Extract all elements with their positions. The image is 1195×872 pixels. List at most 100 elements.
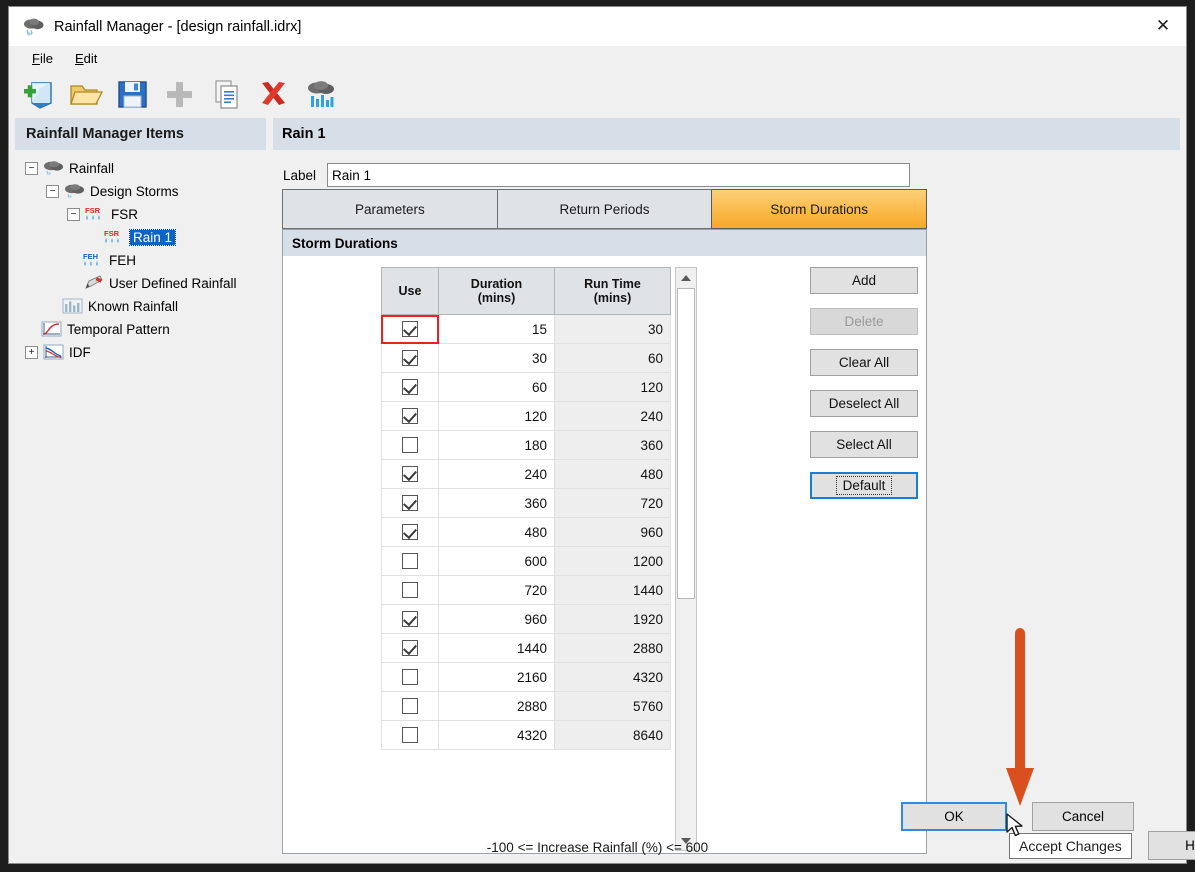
use-checkbox[interactable] — [402, 524, 418, 540]
storm-durations-grid[interactable]: Use Duration (mins) Run Time (mins) 15 30 30… — [381, 267, 671, 851]
table-row[interactable]: 60 120 — [381, 373, 671, 402]
tab-storm-durations[interactable]: Storm Durations — [711, 189, 928, 229]
duration-cell[interactable]: 30 — [439, 344, 555, 373]
table-row[interactable]: 360 720 — [381, 489, 671, 518]
close-icon[interactable]: ✕ — [1140, 7, 1186, 45]
use-checkbox[interactable] — [402, 582, 418, 598]
tree-item-temporal-pattern[interactable]: Temporal Pattern — [15, 318, 266, 341]
table-row[interactable]: 480 960 — [381, 518, 671, 547]
use-cell[interactable] — [381, 663, 439, 692]
delete-x-icon[interactable] — [253, 74, 294, 115]
rainfall-cloud-icon[interactable] — [300, 74, 341, 115]
copy-document-icon[interactable] — [206, 74, 247, 115]
tree-item-rain-1[interactable]: FSR Rain 1 — [15, 226, 266, 249]
use-cell[interactable] — [381, 692, 439, 721]
runtime-cell[interactable]: 960 — [555, 518, 671, 547]
column-header-duration[interactable]: Duration (mins) — [439, 267, 555, 315]
use-cell[interactable] — [381, 634, 439, 663]
label-input[interactable] — [327, 163, 911, 187]
scroll-up-icon[interactable] — [676, 268, 696, 287]
tab-return-periods[interactable]: Return Periods — [496, 189, 712, 229]
runtime-cell[interactable]: 2880 — [555, 634, 671, 663]
open-folder-icon[interactable] — [65, 74, 106, 115]
use-checkbox[interactable] — [402, 350, 418, 366]
cancel-button[interactable]: Cancel — [1032, 802, 1134, 831]
duration-cell[interactable]: 600 — [439, 547, 555, 576]
table-row[interactable]: 600 1200 — [381, 547, 671, 576]
use-cell[interactable] — [381, 460, 439, 489]
use-checkbox[interactable] — [402, 495, 418, 511]
select-all-button[interactable]: Select All — [810, 431, 918, 458]
collapse-icon[interactable]: − — [67, 208, 80, 221]
default-button[interactable]: Default — [810, 472, 918, 499]
runtime-cell[interactable]: 240 — [555, 402, 671, 431]
duration-cell[interactable]: 4320 — [439, 721, 555, 750]
tree-item-user-defined-rainfall[interactable]: User Defined Rainfall — [15, 272, 266, 295]
duration-cell[interactable]: 180 — [439, 431, 555, 460]
use-checkbox[interactable] — [402, 379, 418, 395]
tree-item-feh[interactable]: FEH FEH — [15, 249, 266, 272]
table-row[interactable]: 720 1440 — [381, 576, 671, 605]
runtime-cell[interactable]: 720 — [555, 489, 671, 518]
add-plus-icon[interactable] — [159, 74, 200, 115]
runtime-cell[interactable]: 1440 — [555, 576, 671, 605]
use-cell[interactable] — [381, 547, 439, 576]
deselect-all-button[interactable]: Deselect All — [810, 390, 918, 417]
duration-cell[interactable]: 1440 — [439, 634, 555, 663]
use-cell[interactable] — [381, 518, 439, 547]
table-row[interactable]: 960 1920 — [381, 605, 671, 634]
tree-item-design-storms[interactable]: − Design Storms — [15, 180, 266, 203]
use-checkbox[interactable] — [402, 727, 418, 743]
duration-cell[interactable]: 720 — [439, 576, 555, 605]
use-checkbox[interactable] — [402, 408, 418, 424]
use-checkbox[interactable] — [402, 553, 418, 569]
scrollbar-thumb[interactable] — [677, 288, 695, 599]
use-checkbox[interactable] — [402, 640, 418, 656]
use-cell[interactable] — [381, 373, 439, 402]
tree-item-idf[interactable]: + IDF — [15, 341, 266, 364]
duration-cell[interactable]: 240 — [439, 460, 555, 489]
collapse-icon[interactable]: − — [46, 185, 59, 198]
tree-item-rainfall[interactable]: − Rainfall — [15, 157, 266, 180]
runtime-cell[interactable]: 480 — [555, 460, 671, 489]
use-checkbox[interactable] — [402, 466, 418, 482]
tree-item-fsr[interactable]: − FSR FSR — [15, 203, 266, 226]
use-checkbox[interactable] — [402, 669, 418, 685]
table-row[interactable]: 120 240 — [381, 402, 671, 431]
duration-cell[interactable]: 15 — [439, 315, 555, 344]
tree-item-known-rainfall[interactable]: Known Rainfall — [15, 295, 266, 318]
duration-cell[interactable]: 120 — [439, 402, 555, 431]
runtime-cell[interactable]: 60 — [555, 344, 671, 373]
table-row[interactable]: 2880 5760 — [381, 692, 671, 721]
use-cell[interactable] — [381, 431, 439, 460]
new-icon[interactable] — [18, 74, 59, 115]
save-icon[interactable] — [112, 74, 153, 115]
runtime-cell[interactable]: 1200 — [555, 547, 671, 576]
menu-edit[interactable]: Edit — [64, 49, 108, 68]
clear-all-button[interactable]: Clear All — [810, 349, 918, 376]
use-cell[interactable] — [381, 344, 439, 373]
duration-cell[interactable]: 960 — [439, 605, 555, 634]
duration-cell[interactable]: 2160 — [439, 663, 555, 692]
use-checkbox[interactable] — [402, 698, 418, 714]
runtime-cell[interactable]: 120 — [555, 373, 671, 402]
duration-cell[interactable]: 2880 — [439, 692, 555, 721]
use-cell[interactable] — [381, 576, 439, 605]
duration-cell[interactable]: 60 — [439, 373, 555, 402]
table-row[interactable]: 180 360 — [381, 431, 671, 460]
column-header-use[interactable]: Use — [381, 267, 439, 315]
runtime-cell[interactable]: 8640 — [555, 721, 671, 750]
ok-button[interactable]: OK — [901, 802, 1007, 831]
tab-parameters[interactable]: Parameters — [282, 189, 497, 229]
menu-file[interactable]: File — [21, 49, 64, 68]
use-cell[interactable] — [381, 605, 439, 634]
use-cell[interactable] — [381, 489, 439, 518]
runtime-cell[interactable]: 4320 — [555, 663, 671, 692]
expand-icon[interactable]: + — [25, 346, 38, 359]
collapse-icon[interactable]: − — [25, 162, 38, 175]
table-row[interactable]: 240 480 — [381, 460, 671, 489]
column-header-runtime[interactable]: Run Time (mins) — [555, 267, 671, 315]
use-cell[interactable] — [381, 402, 439, 431]
duration-cell[interactable]: 480 — [439, 518, 555, 547]
rainfall-tree[interactable]: − Rainfall − Design Storms − FSR FSR FSR R… — [15, 150, 266, 863]
